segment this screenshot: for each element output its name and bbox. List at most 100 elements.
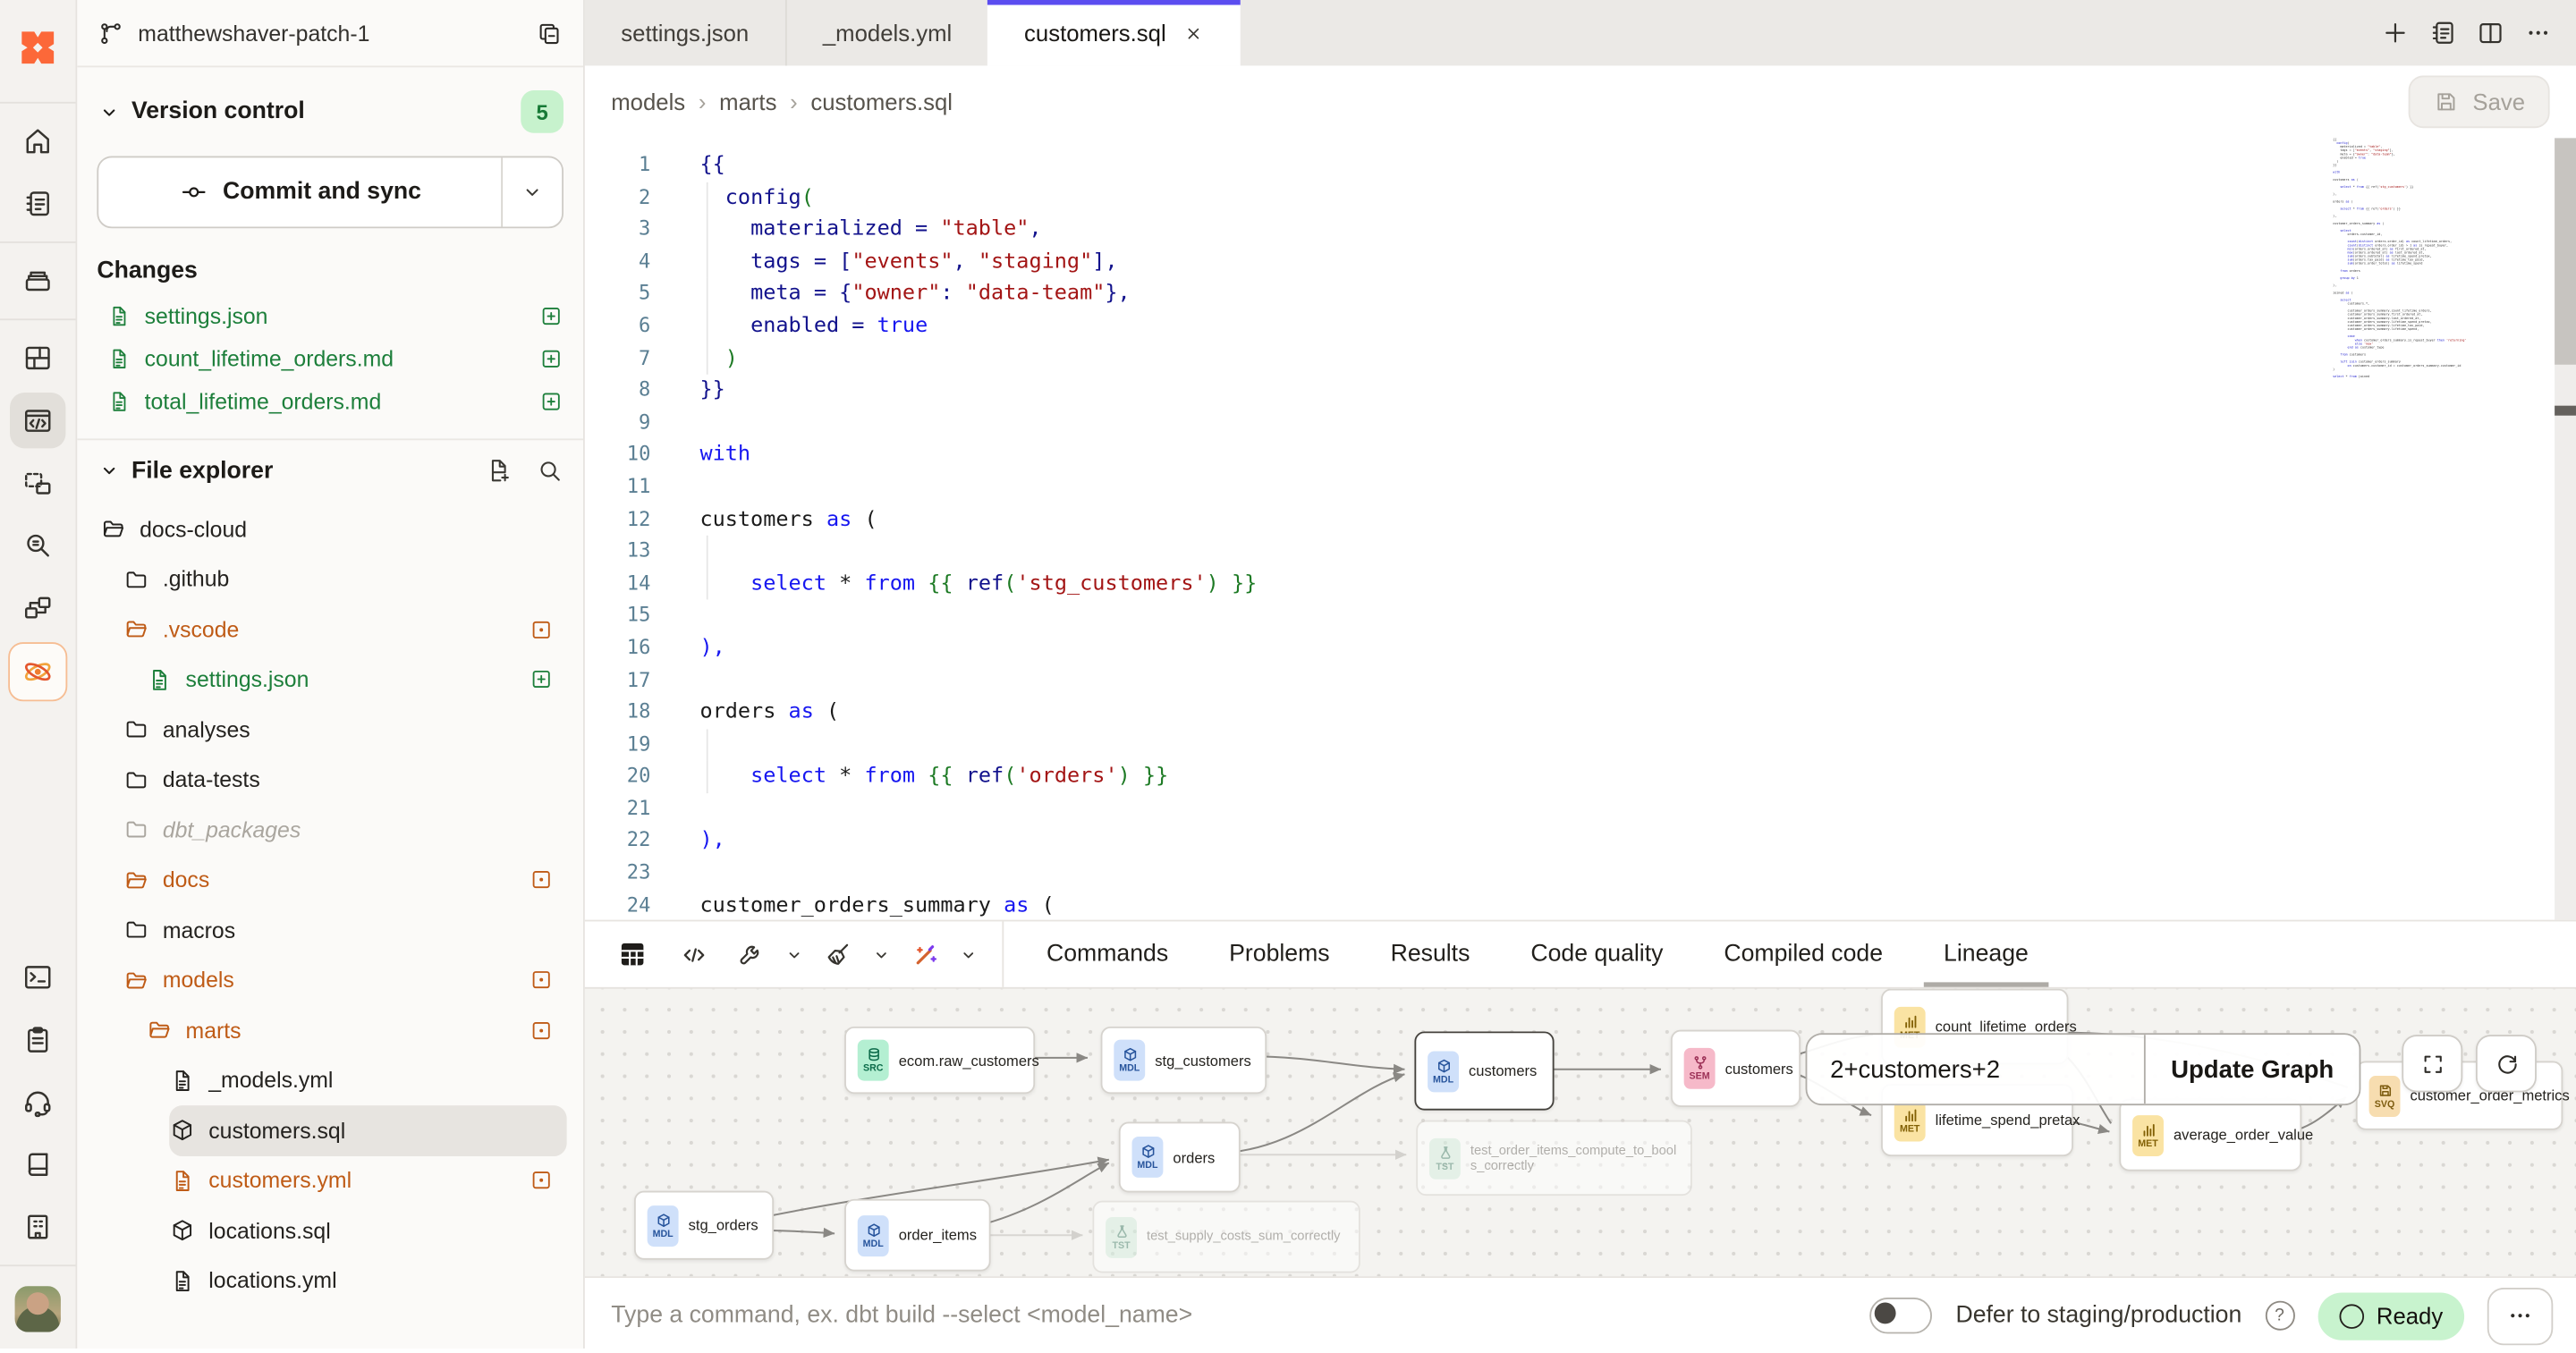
save-button[interactable]: Save xyxy=(2409,75,2550,128)
panel-tab-commands[interactable]: Commands xyxy=(1046,921,1168,986)
code-line-21[interactable]: 21 xyxy=(585,793,2576,825)
code-line-20[interactable]: 20 select * from {{ ref('orders') }} xyxy=(585,761,2576,793)
file-tree-item-marts[interactable]: marts xyxy=(77,1005,583,1055)
code-window-icon[interactable] xyxy=(10,393,65,448)
building-icon[interactable] xyxy=(10,1199,65,1255)
user-avatar[interactable] xyxy=(15,1286,61,1332)
lineage-node-test-order-items-compute-to-bools-correctly[interactable]: TSTtest_order_items_compute_to_bools_cor… xyxy=(1416,1120,1692,1196)
file-tree-item-data-tests[interactable]: data-tests xyxy=(77,755,583,805)
version-control-header[interactable]: Version control 5 xyxy=(77,67,583,146)
lineage-node-ecom-raw-customers[interactable]: SRCecom.raw_customers xyxy=(844,1027,1035,1094)
code-line-12[interactable]: 12customers as ( xyxy=(585,503,2576,536)
code-line-3[interactable]: 3 materialized = "table", xyxy=(585,214,2576,246)
stage-plus-icon[interactable] xyxy=(538,303,564,328)
code-line-7[interactable]: 7 ) xyxy=(585,342,2576,375)
search-files-icon[interactable] xyxy=(536,457,564,485)
code-line-8[interactable]: 8}} xyxy=(585,375,2576,407)
new-file-icon[interactable] xyxy=(485,457,513,485)
copilot-wand-icon[interactable] xyxy=(903,930,946,979)
file-explorer-header[interactable]: File explorer xyxy=(77,440,583,501)
home-icon[interactable] xyxy=(10,114,65,169)
command-input[interactable] xyxy=(608,1301,1848,1331)
defer-toggle[interactable] xyxy=(1870,1298,1933,1333)
code-line-14[interactable]: 14 select * from {{ ref('stg_customers')… xyxy=(585,568,2576,600)
code-line-19[interactable]: 19 xyxy=(585,729,2576,761)
file-tree-item-models[interactable]: models xyxy=(77,955,583,1005)
tab-settings-json[interactable]: settings.json xyxy=(585,0,785,65)
status-badge[interactable]: Ready xyxy=(2318,1292,2464,1340)
lineage-node-stg-customers[interactable]: MDLstg_customers xyxy=(1101,1027,1267,1094)
lineage-fullscreen-button[interactable] xyxy=(2402,1035,2462,1092)
lineage-node-orders[interactable]: MDLorders xyxy=(1119,1121,1241,1192)
panel-tab-problems[interactable]: Problems xyxy=(1229,921,1329,986)
code-line-17[interactable]: 17 xyxy=(585,664,2576,697)
more-options-button[interactable] xyxy=(2487,1287,2553,1344)
tab--models-yml[interactable]: _models.yml xyxy=(785,0,988,65)
build-wrench-icon[interactable] xyxy=(730,930,773,979)
lineage-selector-input[interactable] xyxy=(1807,1035,2144,1104)
code-line-18[interactable]: 18orders as ( xyxy=(585,697,2576,729)
lineage-node-customers[interactable]: MDLcustomers xyxy=(1414,1031,1554,1110)
code-line-11[interactable]: 11 xyxy=(585,471,2576,503)
chevron-down-icon[interactable] xyxy=(784,943,805,965)
commit-options-dropdown[interactable] xyxy=(501,157,562,226)
chevron-down-icon[interactable] xyxy=(958,943,979,965)
help-icon[interactable]: ? xyxy=(2265,1301,2294,1331)
clipboard-icon[interactable] xyxy=(10,1011,65,1067)
code-line-9[interactable]: 9 xyxy=(585,407,2576,439)
stage-plus-icon[interactable] xyxy=(538,346,564,371)
file-tree-item-customers-yml[interactable]: customers.yml xyxy=(77,1155,583,1205)
grid-icon[interactable] xyxy=(10,330,65,385)
lineage-node-average-order-value[interactable]: METaverage_order_value xyxy=(2119,1099,2301,1171)
stage-plus-icon[interactable] xyxy=(529,667,554,692)
compare-icon[interactable] xyxy=(10,579,65,635)
breadcrumb-part[interactable]: marts xyxy=(719,89,776,114)
lineage-node-stg-orders[interactable]: MDLstg_orders xyxy=(634,1191,774,1260)
file-tree-item-analyses[interactable]: analyses xyxy=(77,705,583,755)
atom-icon[interactable] xyxy=(8,642,67,701)
commit-and-sync-button[interactable]: Commit and sync xyxy=(98,157,501,226)
file-tree-item-docs[interactable]: docs xyxy=(77,855,583,905)
breadcrumb-part[interactable]: models xyxy=(611,89,685,114)
breadcrumb-part[interactable]: customers.sql xyxy=(810,89,953,114)
code-line-24[interactable]: 24customer_orders_summary as ( xyxy=(585,890,2576,920)
file-tree-item-locations-sql[interactable]: locations.sql xyxy=(77,1205,583,1256)
code-editor[interactable]: 1{{2 config(3 materialized = "table",4 t… xyxy=(585,138,2576,919)
preview-table-icon[interactable] xyxy=(608,930,657,979)
lineage-node-test-supply-costs-sum-correctly[interactable]: TSTtest_supply_costs_sum_correctly xyxy=(1092,1201,1360,1273)
code-line-16[interactable]: 16), xyxy=(585,632,2576,664)
code-line-15[interactable]: 15 xyxy=(585,600,2576,632)
file-tree-item--vscode[interactable]: .vscode xyxy=(77,605,583,655)
lineage-canvas[interactable]: SRCecom.raw_customers MDLstg_customers MDL… xyxy=(585,987,2576,1276)
editor-more-button[interactable] xyxy=(2523,18,2553,47)
code-line-6[interactable]: 6 enabled = true xyxy=(585,310,2576,342)
stage-plus-icon[interactable] xyxy=(538,388,564,413)
file-tree-item-docs-cloud[interactable]: docs-cloud xyxy=(77,504,583,554)
chevron-down-icon[interactable] xyxy=(870,943,892,965)
editor-minimap[interactable]: {{ config( materialized = "table", tags … xyxy=(2333,138,2533,387)
code-line-4[interactable]: 4 tags = ["events", "staging"], xyxy=(585,246,2576,278)
panel-tab-results[interactable]: Results xyxy=(1391,921,1470,986)
code-line-10[interactable]: 10with xyxy=(585,439,2576,471)
file-tree-item-locations-yml[interactable]: locations.yml xyxy=(77,1256,583,1306)
code-line-1[interactable]: 1{{ xyxy=(585,149,2576,182)
lineage-node-customers[interactable]: SEMcustomers xyxy=(1671,1030,1801,1107)
branch-row[interactable]: matthewshaver-patch-1 xyxy=(77,0,583,67)
close-icon[interactable] xyxy=(1182,22,1204,44)
terminal-icon[interactable] xyxy=(10,950,65,1005)
panel-tab-code-quality[interactable]: Code quality xyxy=(1530,921,1663,986)
code-line-23[interactable]: 23 xyxy=(585,858,2576,890)
file-tree-item--github[interactable]: .github xyxy=(77,554,583,605)
dashed-box-icon[interactable] xyxy=(10,455,65,511)
tab-customers-sql[interactable]: customers.sql xyxy=(988,0,1241,65)
dbt-logo[interactable] xyxy=(0,0,75,96)
audit-icon[interactable] xyxy=(10,518,65,573)
panel-tab-lineage[interactable]: Lineage xyxy=(1944,921,2029,986)
panel-tab-compiled-code[interactable]: Compiled code xyxy=(1724,921,1883,986)
lineage-node-order-items[interactable]: MDLorder_items xyxy=(844,1199,990,1272)
lineage-refresh-button[interactable] xyxy=(2476,1035,2537,1092)
file-tree-item-customers-sql[interactable]: customers.sql xyxy=(77,1105,583,1155)
format-broom-icon[interactable] xyxy=(817,930,860,979)
code-line-22[interactable]: 22), xyxy=(585,825,2576,858)
split-editor-button[interactable] xyxy=(2476,18,2505,47)
